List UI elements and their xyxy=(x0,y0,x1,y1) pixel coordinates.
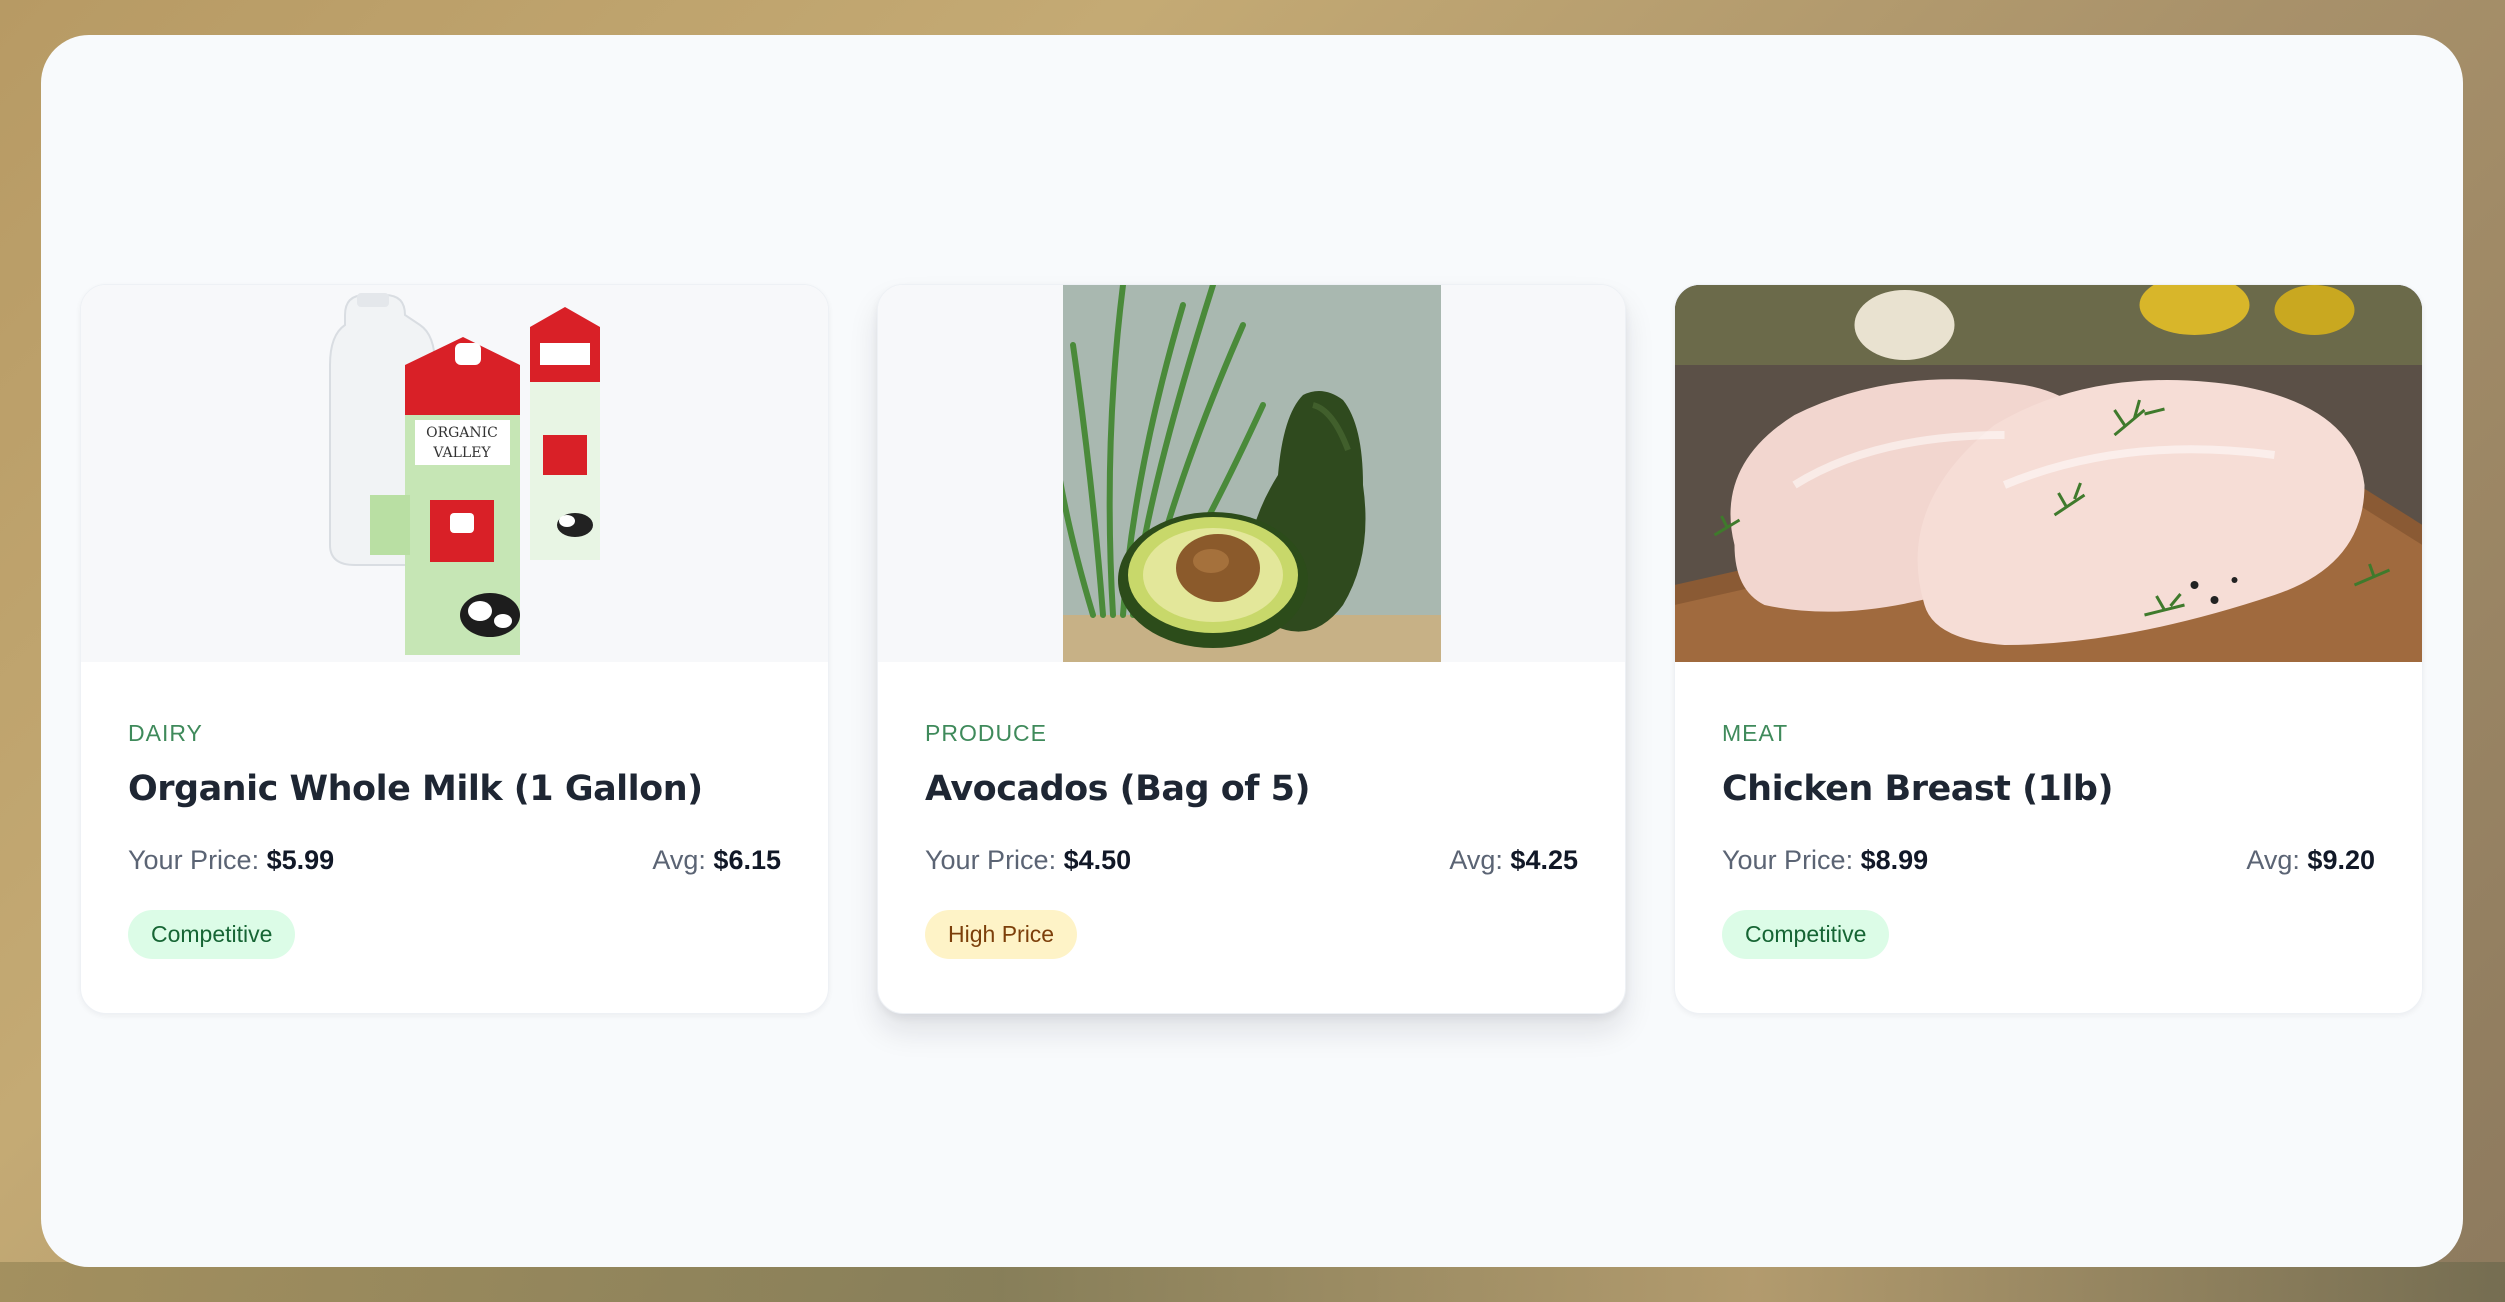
product-card-body: PRODUCE Avocados (Bag of 5) Your Price: … xyxy=(878,662,1625,959)
your-price-value: $8.99 xyxy=(1860,845,1929,875)
price-row: Your Price: $4.50 Avg: $4.25 xyxy=(925,845,1578,876)
product-category: MEAT xyxy=(1722,720,1789,746)
product-card-chicken[interactable]: MEAT Chicken Breast (1lb) Your Price: $8… xyxy=(1674,284,2423,1014)
svg-text:VALLEY: VALLEY xyxy=(432,445,491,461)
chicken-breast-image xyxy=(1675,285,2422,662)
product-card-body: DAIRY Organic Whole Milk (1 Gallon) Your… xyxy=(81,662,828,959)
product-name[interactable]: Organic Whole Milk (1 Gallon) xyxy=(128,769,781,809)
your-price: Your Price: $5.99 xyxy=(128,845,334,876)
milk-cartons-image: ORGANIC VALLEY xyxy=(328,293,600,655)
avg-price-label: Avg: xyxy=(1449,845,1503,875)
avg-price: Avg: $6.15 xyxy=(652,845,781,876)
background-blur xyxy=(0,1262,2505,1302)
status-badge: Competitive xyxy=(128,910,296,959)
your-price-label: Your Price: xyxy=(925,845,1057,875)
product-card-avocados[interactable]: PRODUCE Avocados (Bag of 5) Your Price: … xyxy=(877,284,1626,1014)
avg-price: Avg: $9.20 xyxy=(2246,845,2375,876)
your-price: Your Price: $8.99 xyxy=(1722,845,1928,876)
avg-price-value: $4.25 xyxy=(1510,845,1578,875)
product-category: PRODUCE xyxy=(925,720,1048,746)
your-price: Your Price: $4.50 xyxy=(925,845,1131,876)
product-card-list: ORGANIC VALLEY DAIRY Organic Whole Milk … xyxy=(80,284,2423,1014)
avg-price: Avg: $4.25 xyxy=(1449,845,1578,876)
product-image-container: ORGANIC VALLEY xyxy=(81,285,828,662)
your-price-value: $4.50 xyxy=(1063,845,1132,875)
price-row: Your Price: $5.99 Avg: $6.15 xyxy=(128,845,781,876)
svg-text:ORGANIC: ORGANIC xyxy=(426,425,498,441)
your-price-label: Your Price: xyxy=(1722,845,1854,875)
avg-price-value: $6.15 xyxy=(713,845,781,875)
product-image-container xyxy=(1675,285,2422,662)
avg-price-label: Avg: xyxy=(652,845,706,875)
product-card-milk[interactable]: ORGANIC VALLEY DAIRY Organic Whole Milk … xyxy=(80,284,829,1014)
status-badge: High Price xyxy=(925,910,1078,959)
product-image-container xyxy=(878,285,1625,662)
status-badge: Competitive xyxy=(1722,910,1890,959)
product-category: DAIRY xyxy=(128,720,203,746)
avocado-image xyxy=(1062,285,1441,662)
product-name[interactable]: Chicken Breast (1lb) xyxy=(1722,769,2375,809)
price-row: Your Price: $8.99 Avg: $9.20 xyxy=(1722,845,2375,876)
avg-price-label: Avg: xyxy=(2246,845,2300,875)
product-panel: ORGANIC VALLEY DAIRY Organic Whole Milk … xyxy=(41,35,2463,1267)
your-price-value: $5.99 xyxy=(266,845,335,875)
product-card-body: MEAT Chicken Breast (1lb) Your Price: $8… xyxy=(1675,662,2422,959)
avg-price-value: $9.20 xyxy=(2307,845,2375,875)
product-name[interactable]: Avocados (Bag of 5) xyxy=(925,769,1578,809)
your-price-label: Your Price: xyxy=(128,845,260,875)
